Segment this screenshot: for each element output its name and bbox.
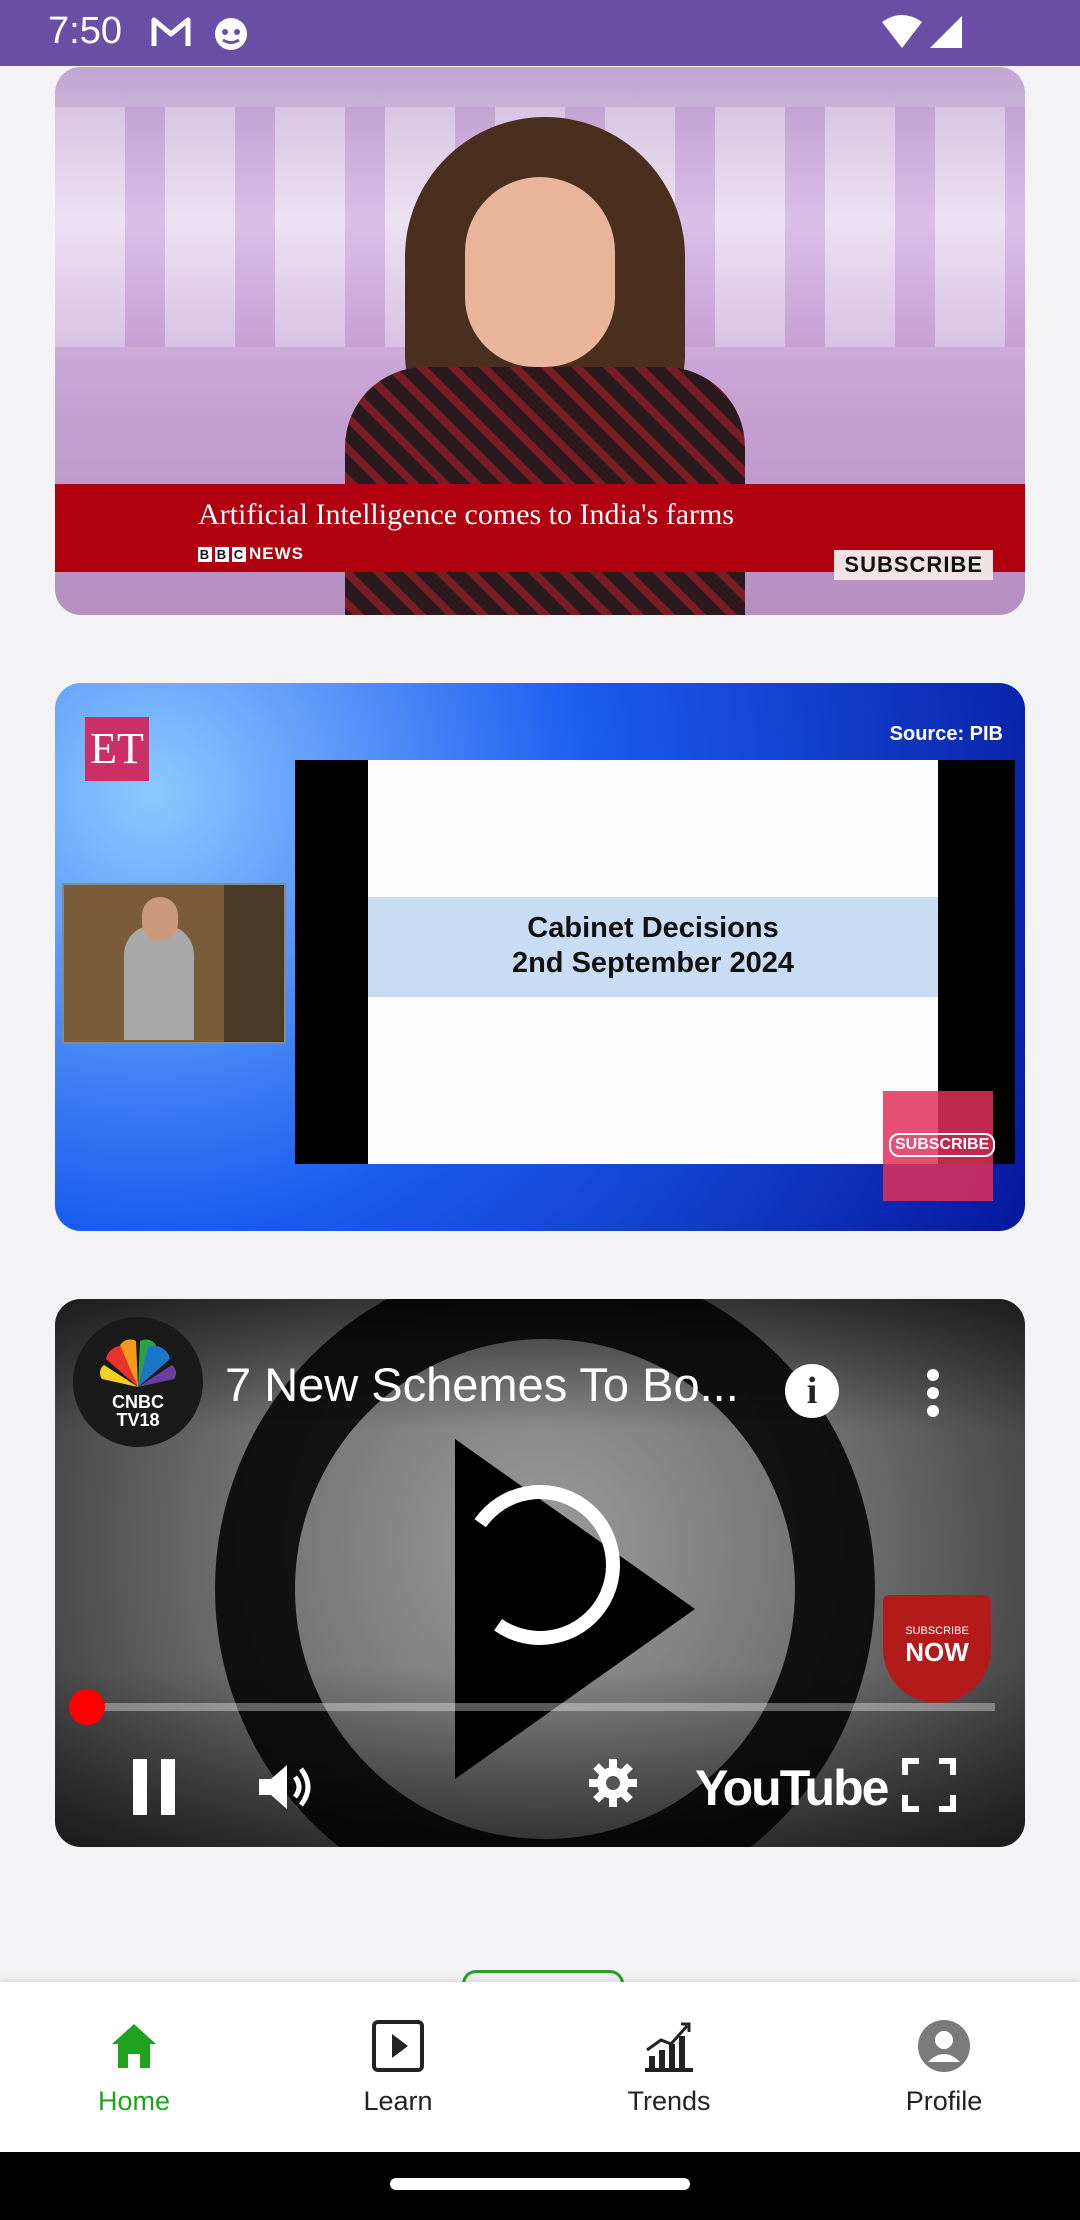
info-button[interactable]: i xyxy=(785,1364,839,1418)
et-logo: ET xyxy=(85,717,149,781)
subscribe-badge: SUBSCRIBE xyxy=(889,1133,996,1157)
slide: Cabinet Decisions 2nd September 2024 xyxy=(368,760,938,1164)
nav-label: Trends xyxy=(627,2086,711,2116)
nav-item-home[interactable]: Home xyxy=(34,1982,234,2152)
video-card-et[interactable]: ET Source: PIB Cabinet Decisions 2nd Sep… xyxy=(55,683,1025,1231)
channel-avatar[interactable]: CNBC TV18 xyxy=(73,1317,203,1447)
nav-item-profile[interactable]: Profile xyxy=(844,1982,1044,2152)
nav-item-trends[interactable]: Trends xyxy=(569,1982,769,2152)
more-options-icon[interactable] xyxy=(913,1363,953,1423)
nav-item-learn[interactable]: Learn xyxy=(298,1982,498,2152)
video-card-bbc[interactable]: Artificial Intelligence comes to India's… xyxy=(55,67,1025,615)
home-icon xyxy=(112,2024,156,2068)
status-bar: 7:50 xyxy=(0,0,1080,66)
pause-icon[interactable] xyxy=(133,1759,177,1815)
video-headline: Artificial Intelligence comes to India's… xyxy=(198,498,735,531)
trending-chart-icon xyxy=(645,2022,693,2072)
speaker-inset-image xyxy=(62,883,286,1044)
nav-label: Learn xyxy=(363,2086,433,2116)
bottom-navigation: Home Learn Trends Profile xyxy=(0,1982,1080,2152)
scrubber-handle[interactable] xyxy=(69,1689,105,1725)
nav-label: Profile xyxy=(905,2086,983,2116)
volume-icon[interactable] xyxy=(255,1757,319,1817)
video-title[interactable]: 7 New Schemes To Bo... xyxy=(225,1357,739,1412)
youtube-player[interactable]: CNBC TV18 7 New Schemes To Bo... i SUBSC… xyxy=(55,1299,1025,1847)
peacock-logo-icon xyxy=(100,1339,176,1387)
profile-icon xyxy=(918,2020,970,2072)
subscribe-now-badge: SUBSCRIBE NOW xyxy=(883,1595,991,1703)
bbc-news-logo: B B C NEWS xyxy=(198,544,304,563)
progress-bar[interactable] xyxy=(85,1703,995,1711)
subscribe-badge: SUBSCRIBE xyxy=(834,550,993,580)
system-gesture-bar xyxy=(0,2152,1080,2220)
youtube-wordmark[interactable]: YouTube xyxy=(695,1759,889,1817)
settings-gear-icon[interactable] xyxy=(585,1755,645,1815)
signal-icon xyxy=(930,16,962,48)
slide-title: Cabinet Decisions 2nd September 2024 xyxy=(368,897,938,997)
fullscreen-icon[interactable] xyxy=(901,1757,957,1813)
play-box-icon xyxy=(372,2020,424,2072)
source-label: Source: PIB xyxy=(889,723,1003,745)
nav-label: Home xyxy=(97,2086,171,2116)
status-time: 7:50 xyxy=(48,10,122,52)
app-notification-icon xyxy=(215,18,247,50)
home-gesture-handle[interactable] xyxy=(390,2178,690,2190)
gmail-icon xyxy=(151,17,191,46)
wifi-icon xyxy=(882,15,922,48)
